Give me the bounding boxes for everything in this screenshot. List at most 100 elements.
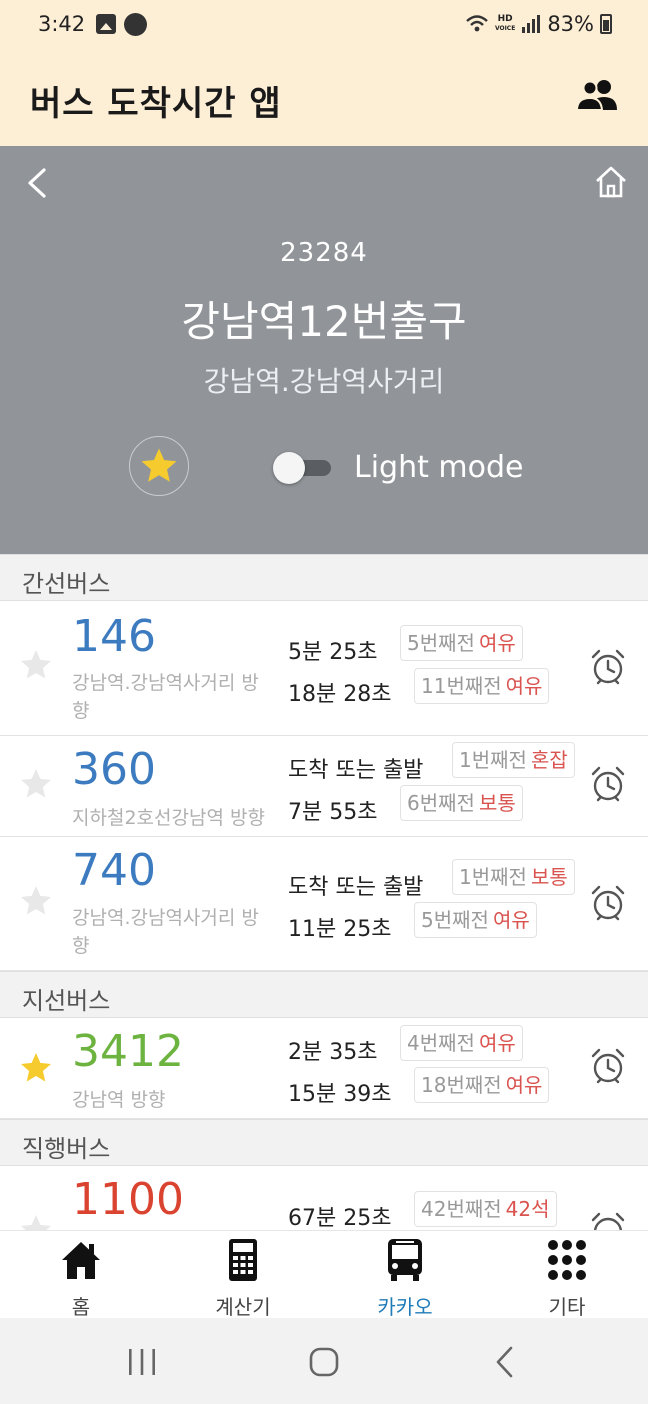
star-outline-icon[interactable]	[18, 647, 54, 683]
bus-number: 740	[72, 845, 156, 896]
wifi-icon	[466, 15, 488, 32]
grid-icon	[548, 1240, 586, 1280]
bus-row-360[interactable]: 360 지하철2호선강남역 방향 도착 또는 출발 1번째전 혼잡 7분 55초 …	[0, 736, 648, 837]
bus-number: 360	[72, 744, 156, 795]
alarm-icon[interactable]	[588, 883, 628, 923]
light-mode-toggle[interactable]	[273, 452, 333, 484]
image-icon	[96, 14, 116, 34]
status-bar: 3:42 HD VOICE 83%	[0, 0, 648, 50]
nav-home[interactable]: 홈	[0, 1231, 162, 1319]
arrival-time: 7분 55초	[288, 800, 378, 825]
stop-header: 23284 강남역12번출구 강남역.강남역사거리 Light mode	[0, 146, 648, 554]
arrival-time: 18분 28초	[288, 682, 392, 707]
crowd-level: 여유	[478, 1031, 516, 1055]
stops-away: 1번째전	[459, 865, 527, 889]
alarm-icon[interactable]	[588, 764, 628, 804]
crowd-level: 보통	[530, 865, 568, 889]
crowd-level: 보통	[478, 791, 516, 815]
arrival-badge: 4번째전 여유	[400, 1025, 523, 1061]
alarm-icon[interactable]	[588, 647, 628, 687]
app-title: 버스 도착시간 앱	[30, 84, 282, 124]
stops-away: 5번째전	[421, 908, 489, 932]
section-header-trunk: 간선버스	[0, 554, 648, 601]
bus-direction: 강남역 방향	[72, 1089, 166, 1111]
section-title: 간선버스	[22, 570, 111, 598]
signal-icon	[522, 15, 541, 33]
seats-available: 42석	[505, 1197, 550, 1221]
stop-name: 강남역12번출구	[181, 297, 467, 346]
star-icon	[141, 448, 177, 482]
light-mode-label: Light mode	[354, 450, 524, 485]
alarm-icon[interactable]	[588, 1046, 628, 1086]
battery-percent: 83%	[547, 12, 594, 36]
arrival-badge: 1번째전 혼잡	[452, 742, 575, 778]
crowd-level: 여유	[478, 631, 516, 655]
bus-number: 146	[72, 611, 156, 662]
arrival-badge: 6번째전 보통	[400, 785, 523, 821]
nav-label: 카카오	[377, 1295, 433, 1319]
app-bar: 버스 도착시간 앱	[0, 50, 648, 146]
arrival-badge: 5번째전 여유	[400, 625, 523, 661]
arrival-badge: 5번째전 여유	[414, 902, 537, 938]
alarm-icon[interactable]	[588, 1210, 628, 1230]
stops-away: 11번째전	[421, 674, 502, 698]
stops-away: 6번째전	[407, 791, 475, 815]
stops-away: 5번째전	[407, 631, 475, 655]
section-title: 지선버스	[22, 987, 111, 1015]
crowd-level: 여유	[505, 1073, 543, 1097]
star-filled-icon[interactable]	[18, 1050, 54, 1086]
nav-label: 홈	[71, 1295, 91, 1319]
calculator-icon	[229, 1239, 257, 1281]
system-nav-bar	[0, 1318, 648, 1404]
bus-icon	[388, 1239, 422, 1281]
home-circle-icon[interactable]	[304, 1344, 344, 1380]
arrival-time: 67분 25초	[288, 1206, 392, 1230]
status-time: 3:42	[38, 12, 86, 36]
star-outline-icon[interactable]	[18, 766, 54, 802]
back-button[interactable]	[22, 166, 52, 200]
bus-row-146[interactable]: 146 강남역.강남역사거리 방향 5분 25초 5번째전 여유 18분 28초 …	[0, 601, 648, 736]
favorite-stop-button[interactable]	[129, 436, 189, 496]
arrival-time: 2분 35초	[288, 1040, 378, 1065]
home-button[interactable]	[594, 164, 628, 200]
section-title: 직행버스	[22, 1135, 111, 1163]
nav-more[interactable]: 기타	[486, 1231, 648, 1319]
arrival-badge: 42번째전 42석	[414, 1191, 557, 1227]
crowd-level: 혼잡	[530, 748, 568, 772]
hd-voice-icon: HD VOICE	[494, 14, 516, 33]
bus-row-740[interactable]: 740 강남역.강남역사거리 방향 도착 또는 출발 1번째전 보통 11분 25…	[0, 837, 648, 971]
battery-icon	[600, 14, 612, 34]
stops-away: 1번째전	[459, 748, 527, 772]
arrival-time: 15분 39초	[288, 1082, 392, 1107]
nav-kakao[interactable]: 카카오	[324, 1231, 486, 1319]
toggle-thumb	[273, 452, 305, 484]
arrival-time: 5분 25초	[288, 640, 378, 665]
star-outline-icon[interactable]	[18, 883, 54, 919]
stop-direction: 강남역.강남역사거리	[203, 365, 445, 398]
stops-away: 42번째전	[421, 1197, 502, 1221]
nav-label: 기타	[548, 1295, 586, 1319]
bus-number: 3412	[72, 1026, 184, 1077]
star-outline-icon[interactable]	[18, 1212, 54, 1230]
bus-direction: 강남역.강남역사거리 방향	[72, 907, 259, 957]
crowd-level: 여유	[492, 908, 530, 932]
bottom-nav: 홈 계산기 카카오 기타	[0, 1230, 648, 1319]
home-icon	[62, 1242, 100, 1279]
section-header-branch: 지선버스	[0, 971, 648, 1018]
stops-away: 18번째전	[421, 1073, 502, 1097]
bus-row-3412[interactable]: 3412 강남역 방향 2분 35초 4번째전 여유 15분 39초 18번째전 여…	[0, 1018, 648, 1119]
bus-row-1100[interactable]: 1100 67분 25초 42번째전 42석	[0, 1166, 648, 1230]
status-indicators: HD VOICE 83%	[465, 12, 612, 36]
arrival-time: 도착 또는 출발	[288, 758, 424, 783]
arrival-badge: 18번째전 여유	[414, 1067, 550, 1103]
arrival-badge: 11번째전 여유	[414, 668, 550, 704]
nav-calculator[interactable]: 계산기	[162, 1231, 324, 1319]
bus-direction: 강남역.강남역사거리 방향	[72, 672, 259, 722]
back-icon[interactable]	[486, 1344, 526, 1380]
nav-label: 계산기	[215, 1295, 271, 1319]
crowd-level: 여유	[505, 674, 543, 698]
bus-direction: 지하철2호선강남역 방향	[72, 807, 265, 829]
wecr-app-icon	[124, 13, 147, 36]
people-icon[interactable]	[576, 78, 618, 112]
recent-apps-icon[interactable]	[122, 1344, 162, 1380]
